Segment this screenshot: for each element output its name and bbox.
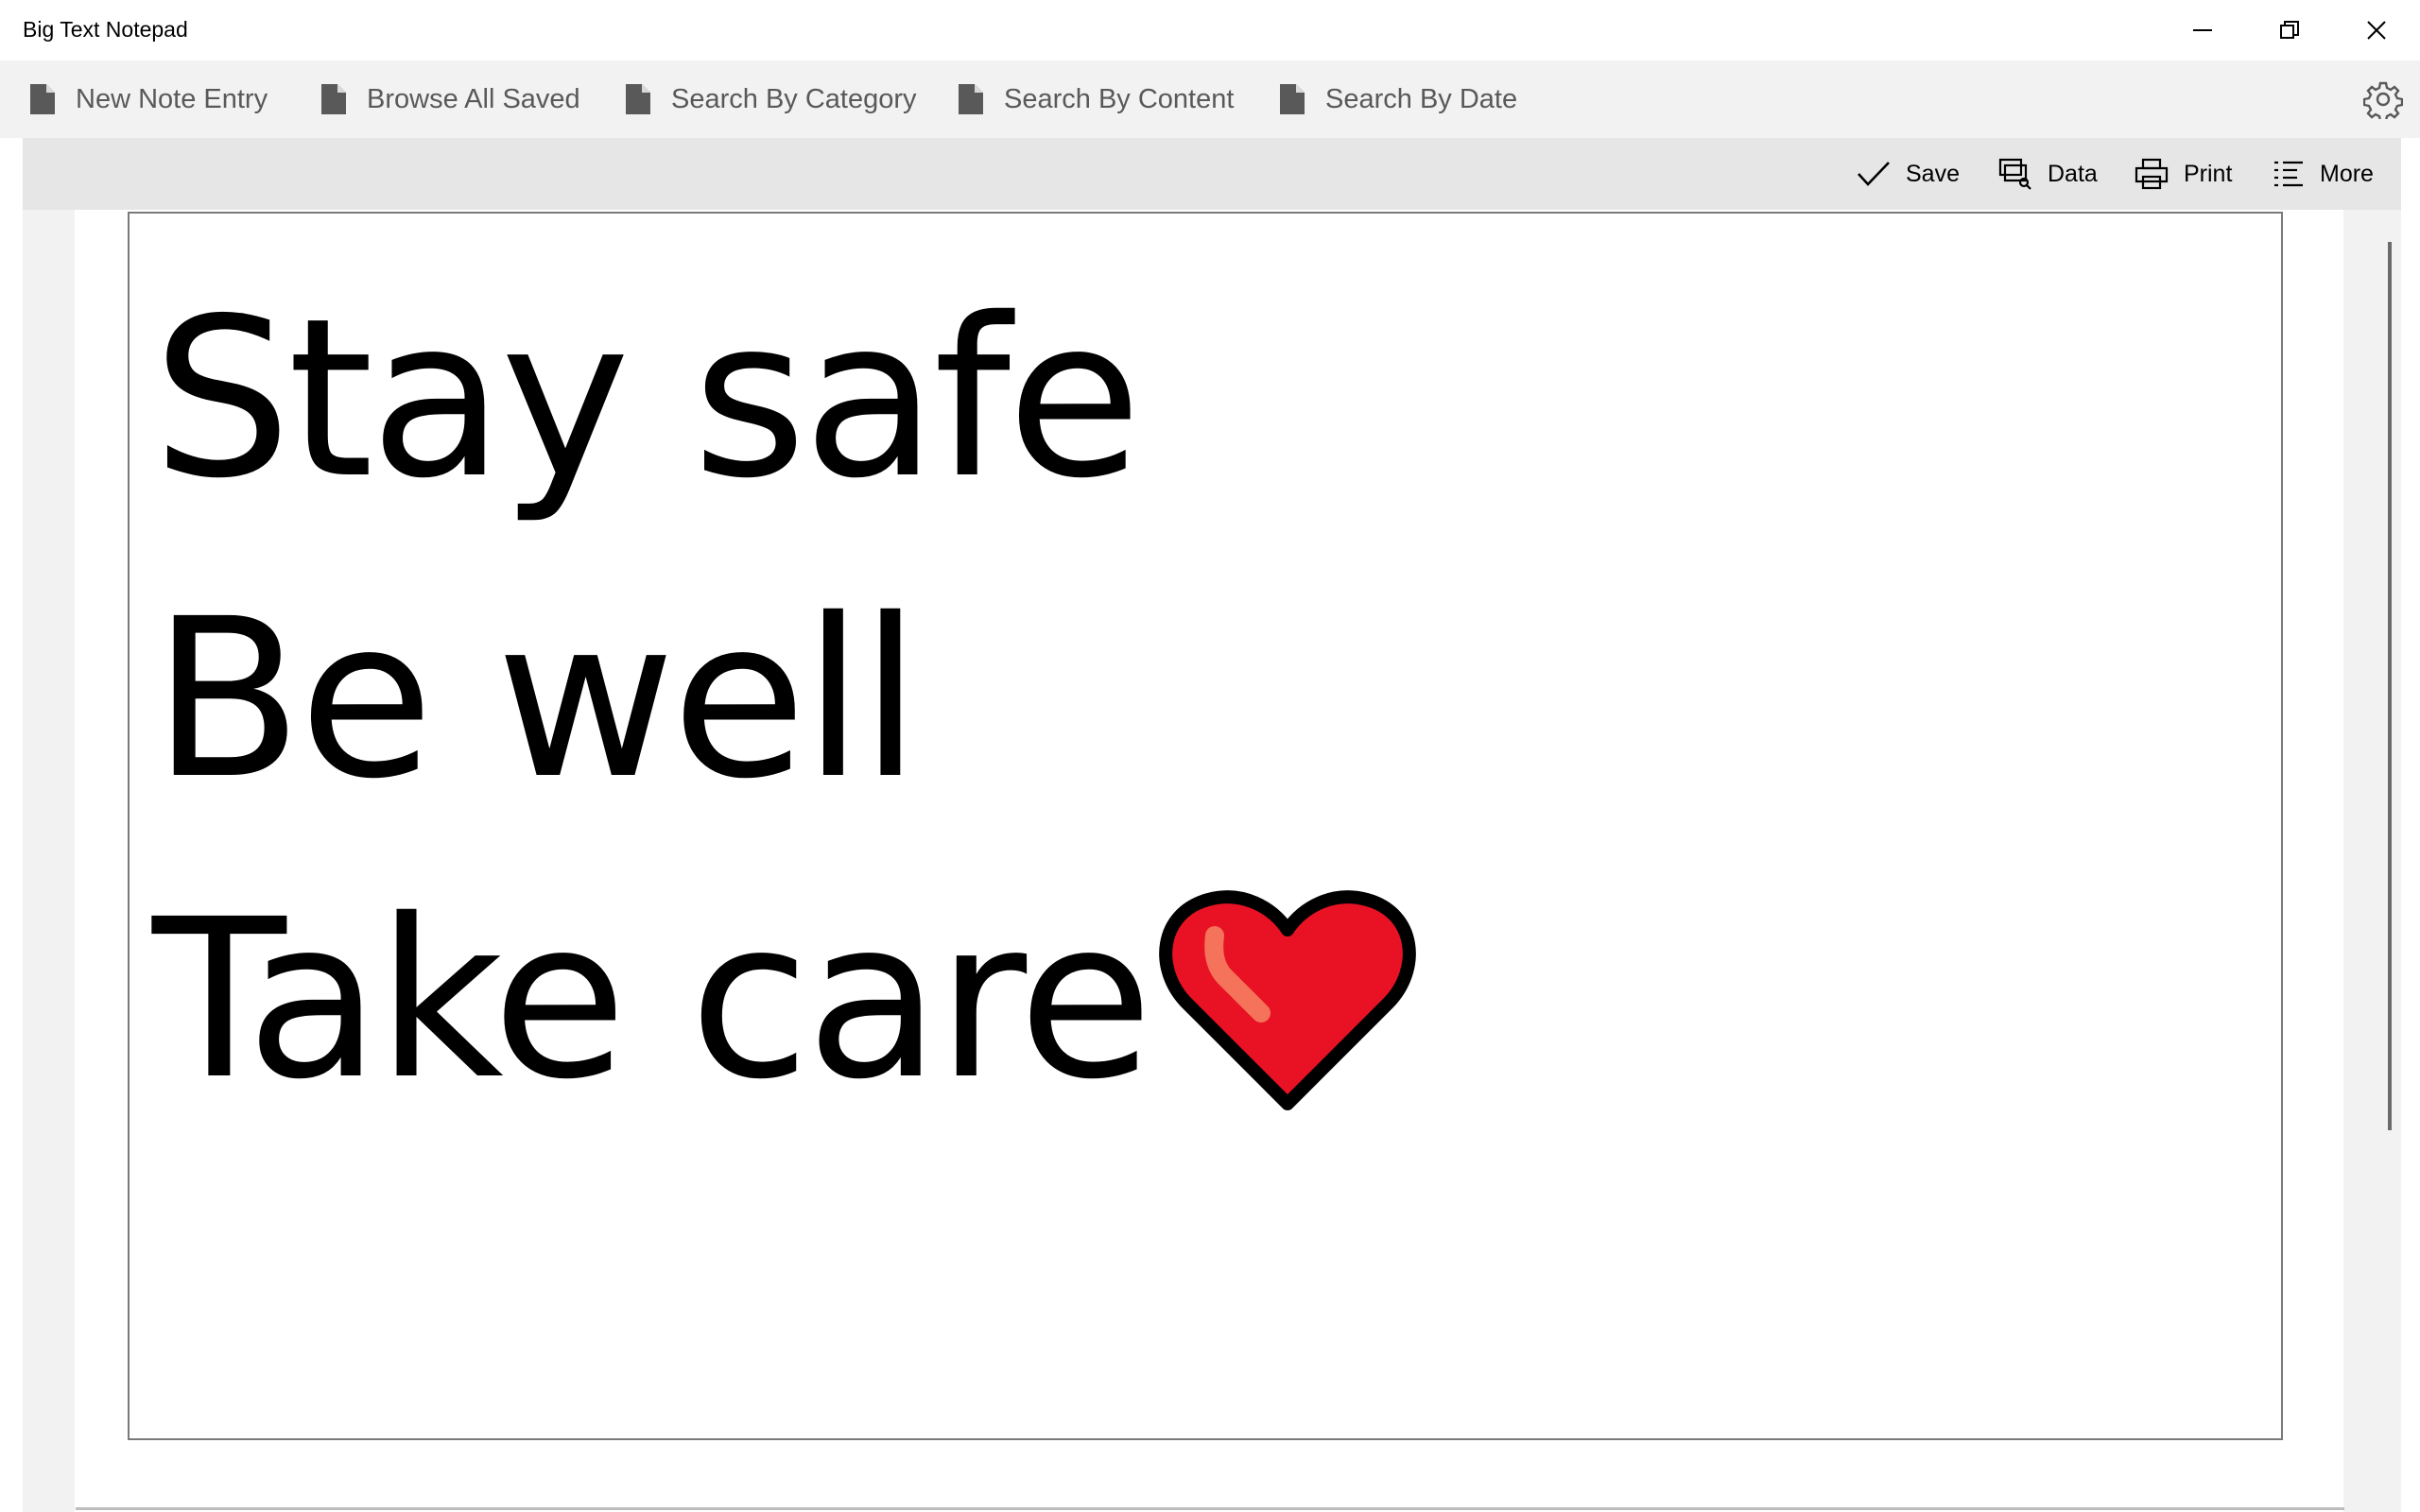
note-line-1: Stay safe bbox=[152, 271, 1142, 526]
nav-search-by-date[interactable]: Search By Date bbox=[1280, 60, 1517, 138]
navigation-bar: New Note Entry Browse All Saved Search B… bbox=[0, 60, 2420, 138]
printer-icon bbox=[2135, 158, 2169, 190]
app-title: Big Text Notepad bbox=[23, 17, 188, 42]
nav-search-by-category[interactable]: Search By Category bbox=[626, 60, 917, 138]
nav-item-label: Search By Content bbox=[1004, 83, 1235, 114]
print-button[interactable]: Print bbox=[2135, 138, 2232, 210]
checkmark-icon bbox=[1858, 162, 1890, 186]
nav-item-label: Search By Date bbox=[1325, 83, 1518, 114]
document-icon bbox=[626, 84, 650, 114]
nav-item-label: Search By Category bbox=[671, 83, 917, 114]
note-editor[interactable]: Stay safe Be well Take care bbox=[128, 212, 2283, 1440]
print-label: Print bbox=[2184, 160, 2233, 187]
data-label: Data bbox=[2048, 160, 2098, 187]
red-heart-icon bbox=[1159, 890, 1416, 1110]
settings-button[interactable] bbox=[2362, 79, 2404, 123]
note-line-3: Take care bbox=[152, 872, 1153, 1127]
restore-button[interactable] bbox=[2246, 0, 2333, 60]
document-icon bbox=[321, 84, 346, 114]
command-bar: Save Data Print More bbox=[23, 138, 2401, 210]
more-list-icon bbox=[2274, 161, 2303, 187]
horizontal-scrollbar[interactable] bbox=[76, 1507, 2344, 1510]
document-icon bbox=[959, 84, 983, 114]
data-button[interactable]: Data bbox=[1998, 138, 2098, 210]
minimize-icon bbox=[2193, 29, 2212, 31]
save-button[interactable]: Save bbox=[1857, 138, 1960, 210]
gear-icon bbox=[2362, 81, 2404, 123]
nav-item-label: Browse All Saved bbox=[367, 83, 580, 114]
title-bar: Big Text Notepad bbox=[0, 0, 2420, 60]
nav-new-note-entry[interactable]: New Note Entry bbox=[30, 60, 268, 138]
restore-icon bbox=[2280, 21, 2299, 39]
save-label: Save bbox=[1906, 160, 1960, 187]
more-button[interactable]: More bbox=[2273, 138, 2374, 210]
document-icon bbox=[1280, 84, 1305, 114]
nav-browse-all-saved[interactable]: Browse All Saved bbox=[321, 60, 580, 138]
close-icon bbox=[2367, 21, 2386, 40]
close-button[interactable] bbox=[2333, 0, 2420, 60]
more-label: More bbox=[2320, 160, 2374, 187]
nav-item-label: New Note Entry bbox=[76, 83, 268, 114]
vertical-scrollbar[interactable] bbox=[2388, 242, 2392, 1130]
data-icon bbox=[1998, 158, 2031, 190]
nav-search-by-content[interactable]: Search By Content bbox=[959, 60, 1234, 138]
minimize-button[interactable] bbox=[2159, 0, 2246, 60]
note-line-2: Be well bbox=[152, 572, 921, 827]
document-icon bbox=[30, 84, 55, 114]
